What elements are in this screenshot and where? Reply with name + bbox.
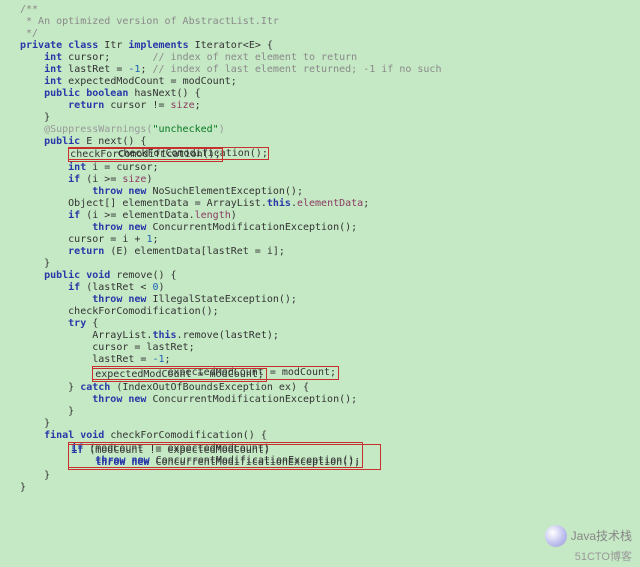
code-text: ; xyxy=(152,234,158,245)
code-text: NoSuchElementException(); xyxy=(146,186,303,197)
code-text: if xyxy=(20,282,80,293)
code-text: length xyxy=(195,210,231,221)
code-text: ) xyxy=(146,174,152,185)
code-text: this xyxy=(267,198,291,209)
code-text: throw new xyxy=(20,294,146,305)
code-text: @SuppressWarnings( xyxy=(20,124,152,135)
code-text: lastRet = xyxy=(20,354,152,365)
code-text: ConcurrentModificationException(); xyxy=(146,394,357,405)
code-text: cursor = i + xyxy=(20,234,146,245)
code-text: i = cursor; xyxy=(86,162,158,173)
code-text: ; xyxy=(165,354,171,365)
code-text: .remove(lastRet); xyxy=(177,330,279,341)
code-text: (IndexOutOfBoundsException ex) { xyxy=(110,382,309,393)
attribution-text: 51CTO博客 xyxy=(575,551,632,563)
code-text: lastRet = xyxy=(62,64,128,75)
code-text: if xyxy=(20,210,80,221)
code-text: } xyxy=(20,482,26,493)
code-text: ) xyxy=(219,124,225,135)
code-text: /** xyxy=(20,4,38,15)
code-text: remove() { xyxy=(110,270,176,281)
code-text: } xyxy=(20,470,50,481)
code-text: return xyxy=(20,100,104,111)
code-text: throw new xyxy=(20,394,146,405)
code-text: (i >= xyxy=(80,174,122,185)
code-text: // index of last element returned; -1 if… xyxy=(152,64,441,75)
code-text: public void xyxy=(20,270,110,281)
code-text: ) xyxy=(231,210,237,221)
code-text: } xyxy=(20,406,74,417)
code-text: } xyxy=(20,258,50,269)
code-text: checkForComodification(); xyxy=(20,306,219,317)
code-text: size xyxy=(122,174,146,185)
code-text: ; xyxy=(140,64,152,75)
code-text: } xyxy=(20,112,50,123)
code-text: public xyxy=(20,136,80,147)
code-text: final void xyxy=(20,430,104,441)
code-text: Itr xyxy=(98,40,128,51)
code-text: ConcurrentModificationException(); xyxy=(146,222,357,233)
code-text: try xyxy=(20,318,86,329)
code-text: throw new xyxy=(20,186,146,197)
code-text: E next() { xyxy=(80,136,146,147)
code-text: int xyxy=(20,162,86,173)
code-text: catch xyxy=(80,382,110,393)
code-text: } xyxy=(20,418,50,429)
code-text: cursor; xyxy=(62,52,152,63)
code-text: hasNext() { xyxy=(128,88,200,99)
code-text: int xyxy=(20,64,62,75)
code-text: ; xyxy=(363,198,369,209)
code-text: checkForComodification() { xyxy=(104,430,267,441)
code-text: return xyxy=(20,246,104,257)
code-text: * An optimized version of AbstractList.I… xyxy=(20,16,279,27)
code-text: */ xyxy=(20,28,38,39)
code-text: (E) elementData[lastRet = i]; xyxy=(104,246,285,257)
code-text: cursor = lastRet; xyxy=(20,342,195,353)
code-text: size xyxy=(171,100,195,111)
code-text: IllegalStateException(); xyxy=(146,294,297,305)
watermark: Java技术栈 xyxy=(545,525,632,547)
code-text: Iterator<E> { xyxy=(189,40,273,51)
code-text: -1 xyxy=(152,354,164,365)
code-text: -1 xyxy=(128,64,140,75)
code-text: cursor != xyxy=(104,100,170,111)
code-text: implements xyxy=(128,40,188,51)
code-text: } xyxy=(20,382,80,393)
code-text: "unchecked" xyxy=(152,124,218,135)
code-text: this xyxy=(152,330,176,341)
code-text: if xyxy=(20,174,80,185)
code-text: ; xyxy=(195,100,201,111)
wechat-icon xyxy=(545,525,567,547)
attribution: 51CTO博客 xyxy=(575,551,632,563)
code-text: ArrayList. xyxy=(20,330,152,341)
code-text: int xyxy=(20,76,62,87)
code-text: private class xyxy=(20,40,98,51)
code-text: elementData xyxy=(297,198,363,209)
watermark-text: Java技术栈 xyxy=(571,530,632,542)
code-text: public boolean xyxy=(20,88,128,99)
code-text: ) xyxy=(159,282,165,293)
code-text: Object[] elementData = ArrayList. xyxy=(20,198,267,209)
code-text: (lastRet < xyxy=(80,282,152,293)
code-text: // index of next element to return xyxy=(152,52,357,63)
code-text: throw new xyxy=(20,222,146,233)
code-text: expectedModCount = modCount; xyxy=(62,76,237,87)
code-text: (i >= elementData. xyxy=(80,210,194,221)
code-text: { xyxy=(86,318,98,329)
code-text: int xyxy=(20,52,62,63)
code-block: /** * An optimized version of AbstractLi… xyxy=(20,4,640,494)
